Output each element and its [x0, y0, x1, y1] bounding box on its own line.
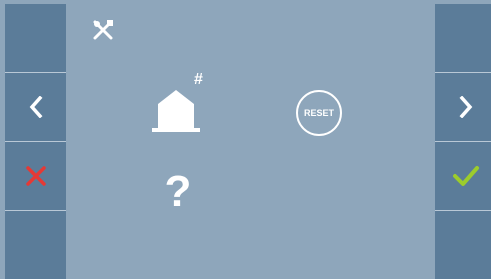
right-button-panel	[435, 4, 491, 279]
left-slot-1-button[interactable]	[5, 4, 66, 72]
help-icon: ?	[164, 167, 192, 216]
left-button-panel	[5, 4, 66, 279]
right-slot-4-button[interactable]	[435, 211, 491, 279]
chevron-left-icon	[29, 96, 42, 118]
reset-button[interactable]: RESET	[296, 90, 342, 136]
home-icon	[152, 90, 200, 132]
forward-button[interactable]	[435, 73, 491, 141]
accept-button[interactable]	[435, 142, 491, 210]
left-slot-4-button[interactable]	[5, 211, 66, 279]
tools-icon[interactable]	[92, 19, 114, 41]
cancel-button[interactable]	[5, 142, 66, 210]
back-button[interactable]	[5, 73, 66, 141]
screen: # RESET ?	[0, 0, 491, 279]
right-slot-1-button[interactable]	[435, 4, 491, 72]
check-icon	[452, 166, 479, 186]
hash-badge: #	[194, 71, 203, 88]
chevron-right-icon	[459, 96, 472, 118]
cancel-x-icon	[25, 166, 46, 186]
home-hash-button[interactable]: #	[150, 72, 214, 134]
help-button[interactable]: ?	[162, 166, 194, 218]
reset-label: RESET	[296, 90, 342, 136]
main-area: # RESET ?	[66, 4, 435, 279]
